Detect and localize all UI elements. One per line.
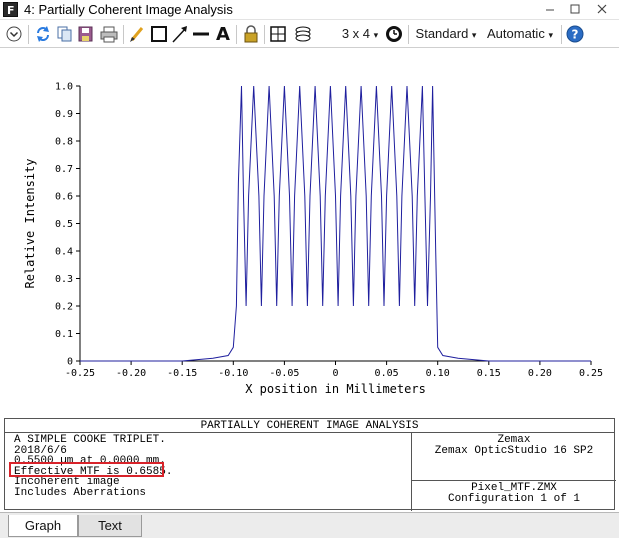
toolbar: A 3 x 4 ▾ Standard ▾ Automatic ▾ ? <box>0 21 619 48</box>
save-icon[interactable] <box>77 24 95 44</box>
text-icon[interactable]: A <box>214 24 232 45</box>
help-icon[interactable]: ? <box>565 24 585 44</box>
x-tick-label: -0.20 <box>116 368 146 379</box>
toolbar-divider <box>236 25 237 44</box>
intensity-chart: -0.25 -0.20 -0.15 -0.10 -0.05 0 0.05 0.10 0.15 0.… <box>23 82 603 397</box>
window-title: 4: Partially Coherent Image Analysis <box>24 2 233 17</box>
info-line: Zemax OpticStudio 16 SP2 <box>434 444 594 457</box>
app-logo-icon[interactable]: F <box>3 2 18 17</box>
x-tick-label: -0.25 <box>65 368 95 379</box>
y-tick-label: 0.1 <box>55 329 73 340</box>
x-tick-label: -0.05 <box>269 368 299 379</box>
chevron-down-icon: ▾ <box>471 30 477 40</box>
minimize-icon[interactable] <box>538 1 562 18</box>
lock-icon[interactable] <box>242 24 260 44</box>
info-line: Includes Aberrations <box>14 486 147 499</box>
toolbar-divider <box>561 25 562 44</box>
info-right-top: Zemax Zemax OpticStudio 16 SP2 <box>412 435 616 456</box>
y-tick-label: 0.8 <box>55 137 73 148</box>
chevron-down-icon: ▾ <box>548 30 553 40</box>
pencil-icon[interactable] <box>128 24 146 44</box>
automatic-dropdown[interactable]: Automatic ▾ <box>484 24 556 44</box>
maximize-icon[interactable] <box>563 1 587 18</box>
y-tick-label: 0.6 <box>55 192 73 203</box>
y-tick-label: 0.3 <box>55 274 73 285</box>
x-tick-label: 0.20 <box>528 368 552 379</box>
x-tick-label: 0.25 <box>579 368 603 379</box>
y-tick-label: 0.7 <box>55 164 73 175</box>
info-panel: PARTIALLY COHERENT IMAGE ANALYSIS A SIMP… <box>4 418 616 511</box>
automatic-label: Automatic <box>487 26 545 41</box>
info-line: Configuration 1 of 1 <box>447 492 581 505</box>
x-axis-label: X position in Millimeters <box>245 382 426 396</box>
standard-dropdown[interactable]: Standard ▾ <box>414 24 478 44</box>
toolbar-divider <box>408 25 409 44</box>
clock-icon[interactable] <box>384 24 404 44</box>
chevron-down-icon: ▾ <box>373 30 379 40</box>
intensity-series-line <box>80 85 591 362</box>
grid-layout-dropdown[interactable]: 3 x 4 ▾ <box>340 24 380 44</box>
layers-icon[interactable] <box>293 24 313 44</box>
y-tick-label: 0.9 <box>55 109 73 120</box>
y-tick-label: 1.0 <box>55 82 73 93</box>
svg-text:?: ? <box>572 28 579 42</box>
refresh-icon[interactable] <box>34 24 52 44</box>
standard-label: Standard <box>415 26 469 41</box>
toolbar-divider <box>28 25 29 44</box>
arrow-line-icon[interactable] <box>171 24 189 44</box>
x-tick-label: 0.15 <box>477 368 501 379</box>
info-right-bottom: Pixel_MTF.ZMX Configuration 1 of 1 <box>412 483 616 504</box>
x-tick-label: 0.05 <box>375 368 399 379</box>
info-header: PARTIALLY COHERENT IMAGE ANALYSIS <box>5 419 614 433</box>
tab-text[interactable]: Text <box>78 515 142 537</box>
info-line: Incoherent image <box>14 476 120 488</box>
collapse-icon[interactable] <box>4 24 24 44</box>
toolbar-divider <box>123 25 124 44</box>
close-icon[interactable] <box>590 1 614 18</box>
line-icon[interactable] <box>192 24 210 44</box>
y-tick-label: 0.5 <box>55 219 73 230</box>
app-logo-letter: F <box>7 4 15 17</box>
info-line: Pixel_MTF.ZMX <box>471 482 557 494</box>
rectangle-icon[interactable] <box>150 24 168 44</box>
x-tick-label: 0 <box>332 368 338 379</box>
x-tick-label: -0.10 <box>218 368 248 379</box>
toolbar-divider <box>264 25 265 44</box>
tab-graph[interactable]: Graph <box>8 515 78 537</box>
grid-icon[interactable] <box>269 24 287 44</box>
grid-layout-label: 3 x 4 <box>341 26 371 41</box>
y-tick-label: 0.4 <box>55 247 73 258</box>
info-line: A SIMPLE COOKE TRIPLET. <box>14 434 166 446</box>
graph-area[interactable]: -0.25 -0.20 -0.15 -0.10 -0.05 0 0.05 0.10 0.15 0.… <box>0 49 619 416</box>
x-tick-label: 0.10 <box>426 368 450 379</box>
y-axis-label: Relative Intensity <box>23 158 37 288</box>
y-tick-label: 0 <box>67 357 73 368</box>
info-divider <box>411 480 616 481</box>
tab-bar: Graph Text <box>0 512 619 538</box>
x-tick-label: -0.15 <box>167 368 197 379</box>
copy-icon[interactable] <box>55 24 73 44</box>
info-line: Zemax <box>497 434 531 446</box>
mtf-highlight-box <box>9 462 164 477</box>
print-icon[interactable] <box>99 24 119 44</box>
title-bar: F 4: Partially Coherent Image Analysis <box>0 0 619 20</box>
y-tick-label: 0.2 <box>55 302 73 313</box>
